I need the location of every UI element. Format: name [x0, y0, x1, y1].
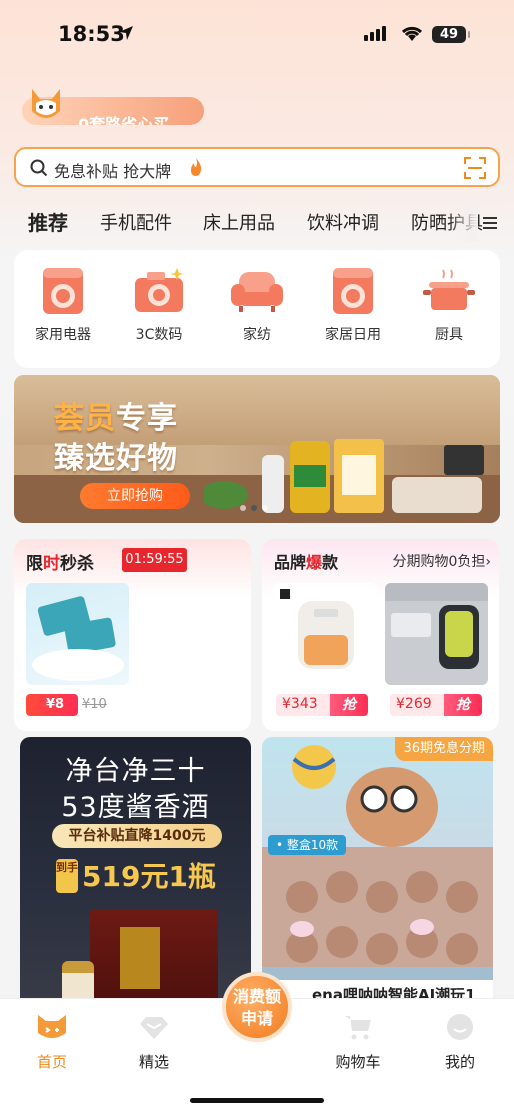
- status-time: 18:53: [58, 22, 125, 46]
- promo-carousel[interactable]: 荟员专享 臻选好物 立即抢购: [14, 375, 500, 523]
- product-price-tag[interactable]: ¥269 抢: [390, 694, 482, 716]
- category-kitchenware[interactable]: 厨具: [404, 266, 494, 344]
- brand-deals-card[interactable]: 品牌爆款 分期购物0负担› ¥343 抢 ¥269 抢: [262, 539, 499, 731]
- installment-tag: 36期免息分期: [395, 737, 493, 761]
- flame-icon: [191, 158, 202, 176]
- shop-now-button[interactable]: 立即抢购: [80, 483, 190, 509]
- sofa-icon: [231, 272, 283, 312]
- category-grid: 家用电器 3C数码 家纺 家居日用 厨具: [14, 250, 500, 368]
- liquor-subheadline: 53度酱香酒: [61, 792, 210, 823]
- tab-phone-accessories[interactable]: 手机配件: [100, 209, 172, 235]
- tab-beverages[interactable]: 饮料冲调: [307, 209, 379, 235]
- search-input[interactable]: 免息补贴 抢大牌: [14, 147, 500, 187]
- category-appliances[interactable]: 家用电器: [18, 266, 108, 344]
- flash-sale-price: ¥8: [26, 694, 78, 716]
- plush-toys-image: [262, 745, 493, 967]
- location-arrow-icon: [119, 26, 133, 40]
- washer-icon: [43, 268, 83, 314]
- wifi-icon: [401, 26, 423, 41]
- home-indicator: [190, 1098, 324, 1103]
- banner-title: 荟员专享: [54, 401, 178, 436]
- banner-subtitle: 臻选好物: [54, 441, 178, 476]
- nav-home[interactable]: 首页: [12, 1013, 92, 1072]
- tissue-pack-image: [32, 596, 124, 681]
- tab-bedding[interactable]: 床上用品: [203, 209, 275, 235]
- flash-sale-title: 限时秒杀: [26, 554, 94, 574]
- fox-mascot-icon: [32, 89, 60, 118]
- box-set-tag: • 整盒10款: [268, 835, 347, 855]
- home-fox-icon: [38, 1015, 66, 1038]
- shaver-image: [385, 583, 488, 669]
- installment-link[interactable]: 分期购物0负担›: [392, 551, 491, 571]
- subsidy-badge: 平台补贴直降1400元: [52, 824, 222, 848]
- promo-text: 0套路省心买: [78, 115, 170, 125]
- flash-sale-product-image[interactable]: [26, 583, 129, 685]
- shaver-product-image[interactable]: [385, 583, 488, 685]
- search-icon: [30, 159, 48, 177]
- diamond-icon: [140, 1017, 168, 1039]
- air-fryer-product-image[interactable]: [274, 583, 377, 685]
- nav-featured[interactable]: 精选: [114, 1013, 194, 1072]
- washer-icon: [333, 268, 373, 314]
- air-fryer-image: [280, 589, 354, 669]
- scan-icon[interactable]: [464, 157, 486, 179]
- tab-recommend[interactable]: 推荐: [28, 207, 68, 236]
- menu-icon[interactable]: [482, 215, 498, 231]
- category-tabs: 推荐 手机配件 床上用品 饮料冲调 防晒护具: [0, 205, 514, 241]
- brand-deals-title: 品牌爆款: [274, 553, 339, 572]
- grab-button: 抢: [330, 694, 368, 716]
- status-bar: 18:53 49: [0, 0, 514, 70]
- product-price-tag[interactable]: ¥343 抢: [276, 694, 368, 716]
- profile-face-icon: [447, 1014, 473, 1040]
- countdown-timer: 01:59:55: [122, 548, 187, 572]
- deal-price: 519元1瓶: [82, 860, 216, 893]
- flash-sale-card[interactable]: 限时秒杀 01:59:55 ¥8 ¥10: [14, 539, 251, 731]
- flash-sale-original-price: ¥10: [82, 697, 107, 712]
- carousel-dots: [240, 505, 268, 511]
- cellular-signal-icon: [364, 26, 386, 41]
- credit-apply-button[interactable]: 消费额申请: [222, 972, 292, 1042]
- nav-me[interactable]: 我的: [420, 1013, 500, 1072]
- search-placeholder: 免息补贴 抢大牌: [54, 162, 172, 181]
- cart-icon: [345, 1016, 371, 1040]
- grocery-products-image: [204, 439, 484, 513]
- deal-tag: 到手: [56, 859, 78, 893]
- category-household[interactable]: 家居日用: [308, 266, 398, 344]
- camera-icon: [135, 268, 184, 312]
- nav-cart[interactable]: 购物车: [318, 1013, 398, 1072]
- liquor-headline: 净台净三十: [65, 756, 206, 787]
- feed-item-liquor[interactable]: 净台净三十 53度酱香酒 平台补贴直降1400元 到手 519元1瓶: [20, 737, 251, 1017]
- tab-fade: [448, 205, 478, 241]
- pot-icon: [423, 269, 475, 310]
- category-3c-digital[interactable]: 3C数码: [114, 266, 204, 344]
- category-home-textile[interactable]: 家纺: [212, 266, 302, 344]
- feed-item-ai-toy[interactable]: 36期免息分期 • 整盒10款: [262, 737, 493, 1017]
- battery-icon: 49: [432, 26, 470, 43]
- grab-button: 抢: [444, 694, 482, 716]
